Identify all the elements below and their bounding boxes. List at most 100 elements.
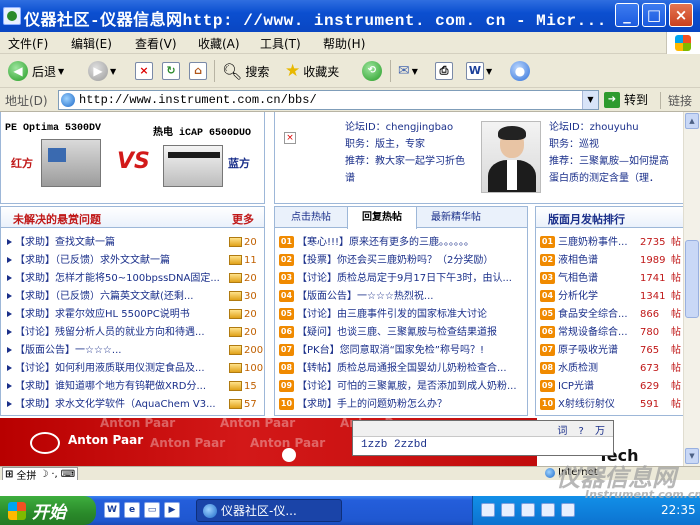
quick-launch-desktop-icon[interactable]: ▭	[144, 502, 160, 518]
profile-1-recommend[interactable]: 推荐：教大家一起学习折色	[345, 155, 465, 168]
tab-latest-featured[interactable]: 最新精华帖	[417, 207, 495, 228]
tab-click-hot[interactable]: 点击热帖	[275, 207, 347, 228]
profile-2-recommend[interactable]: 推荐：三聚氰胺—如何提高	[549, 155, 669, 168]
forum-name[interactable]: 食品安全综合...	[558, 309, 628, 320]
back-dropdown-icon[interactable]: ▼	[58, 67, 64, 76]
list-item[interactable]: 10 【求助】手上的问题奶粉怎么办？	[279, 396, 523, 414]
list-item-title[interactable]: 【求助】（已反馈）六篇英文文献(还剩...	[15, 288, 221, 306]
maximize-button[interactable]: □	[642, 3, 666, 27]
list-item-title[interactable]: 【投票】你还会买三鹿奶粉吗？（2分奖励）	[297, 255, 493, 266]
list-item[interactable]: 02 【投票】你还会买三鹿奶粉吗？（2分奖励）	[279, 252, 523, 270]
list-item[interactable]: 09 ICP光谱 629 帖	[540, 378, 683, 396]
title-bar[interactable]: 仪器社区-仪器信息网http: //www. instrument. com. …	[0, 0, 700, 32]
list-item[interactable]: 06 常规设备综合... 780 帖	[540, 324, 683, 342]
list-item[interactable]: 04 分析化学 1341 帖	[540, 288, 683, 306]
list-item[interactable]: 【求助】怎样才能将50~100bpssDNA固定... 20	[7, 270, 257, 288]
scroll-down-icon[interactable]: ▼	[685, 448, 699, 464]
forum-name[interactable]: 原子吸收光谱	[558, 345, 618, 356]
list-item[interactable]: 【求助】求霍尔效应HL 5500PC说明书 20	[7, 306, 257, 324]
address-input[interactable]: http://www.instrument.com.cn/bbs/ ▼	[58, 90, 599, 110]
address-url[interactable]: http://www.instrument.com.cn/bbs/	[79, 93, 582, 107]
list-item-title[interactable]: 【讨论】残留分析人员的就业方向和待遇...	[15, 324, 221, 342]
list-item[interactable]: 07 原子吸收光谱 765 帖	[540, 342, 683, 360]
forum-name[interactable]: X射线衍射仪	[558, 399, 615, 410]
profile-2-id[interactable]: 论坛ID：zhouyuhu	[549, 121, 639, 134]
list-item[interactable]: 【求助】（已反馈）六篇英文文献(还剩... 30	[7, 288, 257, 306]
list-item[interactable]: 【求助】谁知道哪个地方有钨靶做XRD分... 15	[7, 378, 257, 396]
home-button[interactable]: ⌂	[189, 59, 207, 83]
ime-status-bar[interactable]: ⊞ 全拼 ☽ ·, ⌨	[2, 467, 79, 482]
list-item[interactable]: 02 液相色谱 1989 帖	[540, 252, 683, 270]
quick-launch-ie-icon[interactable]: e	[124, 502, 140, 518]
list-item-title[interactable]: 【求助】谁知道哪个地方有钨靶做XRD分...	[15, 378, 221, 396]
links-button[interactable]: 链接	[660, 92, 692, 109]
menu-file[interactable]: 文件(F)	[8, 35, 48, 52]
list-item-title[interactable]: 【寒心!!!】原来还有更多的三鹿。。。。。。	[297, 237, 474, 248]
start-button[interactable]: 开始	[0, 496, 96, 525]
scroll-thumb[interactable]	[685, 240, 699, 318]
list-item[interactable]: 【版面公告】一☆☆☆... 200	[7, 342, 263, 360]
forum-name[interactable]: 常规设备综合...	[558, 327, 628, 338]
mail-dropdown-icon[interactable]: ▼	[412, 67, 418, 76]
quick-launch-media-icon[interactable]: ▶	[164, 502, 180, 518]
taskbar-item-ie[interactable]: 仪器社区-仪...	[196, 499, 342, 522]
profile-1-recommend-cont[interactable]: 谱	[345, 172, 355, 185]
list-item[interactable]: 04 【版面公告】一☆☆☆热烈祝...	[279, 288, 523, 306]
forum-name[interactable]: 液相色谱	[558, 255, 598, 266]
profile-1-id[interactable]: 论坛ID：chengjingbao	[345, 121, 453, 134]
list-item-title[interactable]: 【讨论】由三鹿事件引发的国家标准大讨论	[297, 309, 487, 320]
list-item-title[interactable]: 【版面公告】一☆☆☆热烈祝...	[297, 291, 433, 302]
list-item-title[interactable]: 【求助】手上的问题奶粉怎么办？	[297, 399, 447, 410]
list-item[interactable]: 05 食品安全综合... 866 帖	[540, 306, 683, 324]
list-item[interactable]: 08 水质检测 673 帖	[540, 360, 683, 378]
forward-button[interactable]: ▶ ▼	[88, 59, 116, 83]
vertical-scrollbar[interactable]: ▲ ▼	[683, 112, 700, 466]
list-item[interactable]: 【求助】（已反馈）求外文文献一篇 11	[7, 252, 257, 270]
messenger-button[interactable]: ●	[510, 59, 530, 83]
clock[interactable]: 22:35	[661, 503, 696, 517]
list-item[interactable]: 10 X射线衍射仪 591 帖	[540, 396, 683, 414]
tray-language-icon[interactable]	[501, 503, 515, 517]
quick-launch-word-icon[interactable]: W	[104, 502, 120, 518]
tab-reply-hot[interactable]: 回复热帖	[347, 207, 417, 229]
list-item[interactable]: 08 【转帖】质检总局通报全国婴幼儿奶粉检查合...	[279, 360, 523, 378]
list-item[interactable]: 01 三鹿奶粉事件... 2735 帖	[540, 234, 683, 252]
list-item-title[interactable]: 【讨论】可怕的三聚氰胺，是否添加到成人奶粉...	[297, 381, 517, 392]
list-item[interactable]: 【求助】查找文献一篇 20	[7, 234, 257, 252]
scroll-up-icon[interactable]: ▲	[685, 113, 699, 129]
forum-name[interactable]: 三鹿奶粉事件...	[558, 237, 628, 248]
search-button[interactable]: 🔍︎ 搜索	[222, 59, 269, 83]
list-item[interactable]: 【求助】求水文化学软件（AquaChem V3... 57	[7, 396, 257, 414]
list-item-title[interactable]: 【讨论】如何利用液质联用仪测定食品及...	[15, 360, 221, 378]
list-item-title[interactable]: 【求助】求霍尔效应HL 5500PC说明书	[15, 306, 221, 324]
list-item-title[interactable]: 【疑问】也谈三鹿、三聚氰胺与检查结果道报	[297, 327, 497, 338]
list-item-title[interactable]: 【转帖】质检总局通报全国婴幼儿奶粉检查合...	[297, 363, 507, 374]
list-item[interactable]: 05 【讨论】由三鹿事件引发的国家标准大讨论	[279, 306, 523, 324]
ime-buttons[interactable]: 词 ? 万	[557, 422, 609, 437]
pk-left-title[interactable]: PE Optima 5300DV	[5, 123, 101, 134]
minimize-button[interactable]: _	[615, 3, 639, 27]
go-button[interactable]: ➜ 转到	[604, 91, 648, 108]
refresh-button[interactable]: ↻	[162, 59, 180, 83]
more-link[interactable]: 更多	[232, 211, 254, 227]
list-item[interactable]: 06 【疑问】也谈三鹿、三聚氰胺与检查结果道报	[279, 324, 523, 342]
menu-edit[interactable]: 编辑(E)	[71, 35, 112, 52]
avatar[interactable]	[481, 121, 541, 193]
print-button[interactable]: ⎙	[435, 59, 453, 83]
forum-name[interactable]: ICP光谱	[558, 381, 594, 392]
edit-button[interactable]: W ▼	[466, 59, 492, 83]
menu-help[interactable]: 帮助(H)	[323, 35, 365, 52]
forum-name[interactable]: 分析化学	[558, 291, 598, 302]
mail-button[interactable]: ✉ ▼	[398, 59, 418, 83]
menu-favorites[interactable]: 收藏(A)	[198, 35, 240, 52]
back-button[interactable]: ◀ 后退 ▼	[8, 59, 64, 83]
list-item-title[interactable]: 【求助】怎样才能将50~100bpssDNA固定...	[15, 270, 221, 288]
forum-name[interactable]: 气相色谱	[558, 273, 598, 284]
list-item[interactable]: 09 【讨论】可怕的三聚氰胺，是否添加到成人奶粉...	[279, 378, 523, 396]
list-item[interactable]: 【讨论】残留分析人员的就业方向和待遇... 20	[7, 324, 257, 342]
favorites-button[interactable]: ★ 收藏夹	[285, 59, 339, 83]
list-item-title[interactable]: 【求助】查找文献一篇	[15, 234, 221, 252]
list-item-title[interactable]: 【求助】（已反馈）求外文文献一篇	[15, 252, 221, 270]
tray-update-icon[interactable]	[561, 503, 575, 517]
thermo-instrument-image[interactable]	[163, 145, 223, 187]
